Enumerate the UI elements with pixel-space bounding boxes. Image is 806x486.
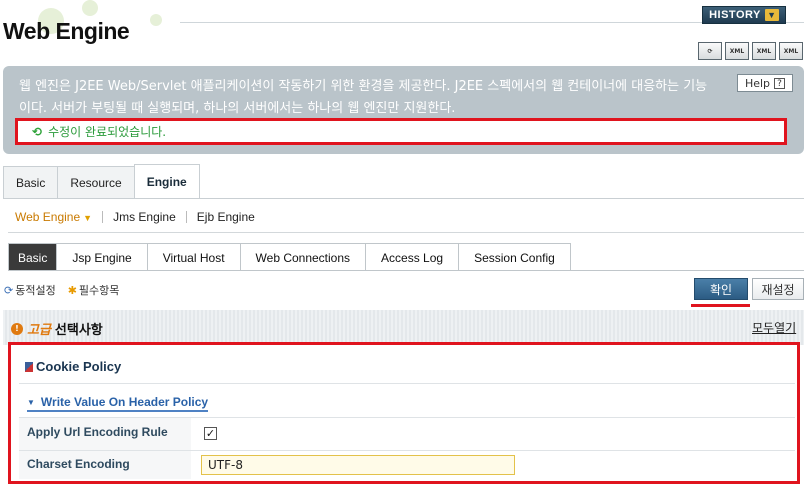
decor-dot [150, 14, 162, 26]
tab-resource[interactable]: Resource [57, 166, 135, 198]
sub-nav-web-engine-label: Web Engine [15, 210, 81, 224]
confirm-highlight [691, 304, 750, 307]
inner-tab-web-connections[interactable]: Web Connections [239, 243, 367, 271]
expand-all-link[interactable]: 모두열기 [752, 319, 796, 336]
xml-export-icon[interactable]: XML [725, 42, 749, 60]
dropdown-arrow-icon: ▼ [83, 213, 93, 223]
inner-tab-virtual-host[interactable]: Virtual Host [146, 243, 241, 271]
sub-nav-web-engine[interactable]: Web Engine ▼ [15, 210, 102, 224]
tab-basic[interactable]: Basic [3, 166, 59, 198]
legend-required-label: 필수항목 [78, 284, 120, 297]
toolbar-icons: ⟳ XML XML XML [698, 42, 803, 60]
top-tabs: Basic Resource Engine [3, 164, 200, 198]
advanced-options-title: ! 고급 선택사항 [11, 319, 103, 338]
top-tabs-divider [3, 198, 804, 199]
inner-tabs-divider [8, 270, 804, 271]
sub-nav-divider [8, 232, 804, 233]
advanced-title: 선택사항 [54, 323, 103, 338]
cookie-policy-title-text: Cookie Policy [36, 359, 122, 374]
required-icon: ✱ [67, 284, 77, 297]
inner-tab-access-log[interactable]: Access Log [365, 243, 460, 271]
help-button[interactable]: Help ? [737, 74, 793, 92]
refresh-icon[interactable]: ⟳ [698, 42, 722, 60]
xml-view-icon[interactable]: XML [779, 42, 803, 60]
xml-import-icon[interactable]: XML [752, 42, 776, 60]
confirm-button[interactable]: 확인 [694, 278, 748, 300]
inner-tab-session-config[interactable]: Session Config [458, 243, 571, 271]
chevron-down-icon: ▼ [764, 9, 779, 21]
legend-dynamic-label: 동적설정 [15, 284, 56, 297]
status-message: ⟲ 수정이 완료되었습니다. [15, 118, 787, 145]
help-label: Help [744, 76, 771, 90]
question-icon: ? [774, 77, 786, 89]
charset-encoding-input[interactable] [201, 455, 515, 475]
legend: ⟳ 동적설정 ✱ 필수항목 [4, 282, 119, 298]
cookie-policy-section: Cookie Policy ▼ Write Value On Header Po… [8, 342, 800, 484]
engine-sub-nav: Web Engine ▼ Jms Engine Ejb Engine [15, 210, 265, 224]
reset-button[interactable]: 재설정 [752, 278, 804, 300]
inner-tab-jsp-engine[interactable]: Jsp Engine [56, 243, 148, 271]
legend-dynamic: ⟳ 동적설정 [4, 282, 56, 298]
divider [19, 383, 795, 384]
write-value-policy-toggle[interactable]: ▼ Write Value On Header Policy [27, 395, 209, 412]
apply-url-encoding-checkbox[interactable]: ✓ [204, 427, 217, 440]
history-label: HISTORY [709, 9, 761, 21]
sync-icon: ⟲ [32, 124, 43, 139]
decor-dot [82, 0, 98, 16]
section-icon [25, 361, 33, 372]
write-value-policy-label: Write Value On Header Policy [40, 395, 209, 409]
info-panel: 웹 엔진은 J2EE Web/Servlet 애플리케이션이 작동하기 위한 환… [3, 66, 804, 154]
dynamic-setting-icon: ⟳ [4, 284, 14, 297]
collapse-arrow-icon: ▼ [27, 397, 35, 407]
sub-nav-jms-engine[interactable]: Jms Engine [103, 210, 186, 224]
charset-encoding-label: Charset Encoding [27, 457, 130, 471]
status-text: 수정이 완료되었습니다. [48, 125, 167, 139]
cookie-policy-title: Cookie Policy [25, 359, 121, 374]
inner-tabs: Basic Jsp Engine Virtual Host Web Connec… [8, 243, 571, 271]
inner-tab-basic[interactable]: Basic [8, 243, 58, 271]
engine-description: 웹 엔진은 J2EE Web/Servlet 애플리케이션이 작동하기 위한 환… [19, 79, 708, 116]
advanced-prefix: 고급 [27, 323, 51, 338]
apply-url-encoding-label: Apply Url Encoding Rule [27, 425, 168, 439]
history-button[interactable]: HISTORY ▼ [702, 6, 786, 24]
tab-engine[interactable]: Engine [133, 164, 200, 198]
page-title: Web Engine [3, 18, 130, 44]
advanced-icon: ! [11, 322, 23, 335]
legend-required: ✱ 필수항목 [68, 282, 120, 298]
sub-nav-ejb-engine[interactable]: Ejb Engine [187, 210, 265, 224]
advanced-options-bar: ! 고급 선택사항 모두열기 [3, 310, 804, 345]
